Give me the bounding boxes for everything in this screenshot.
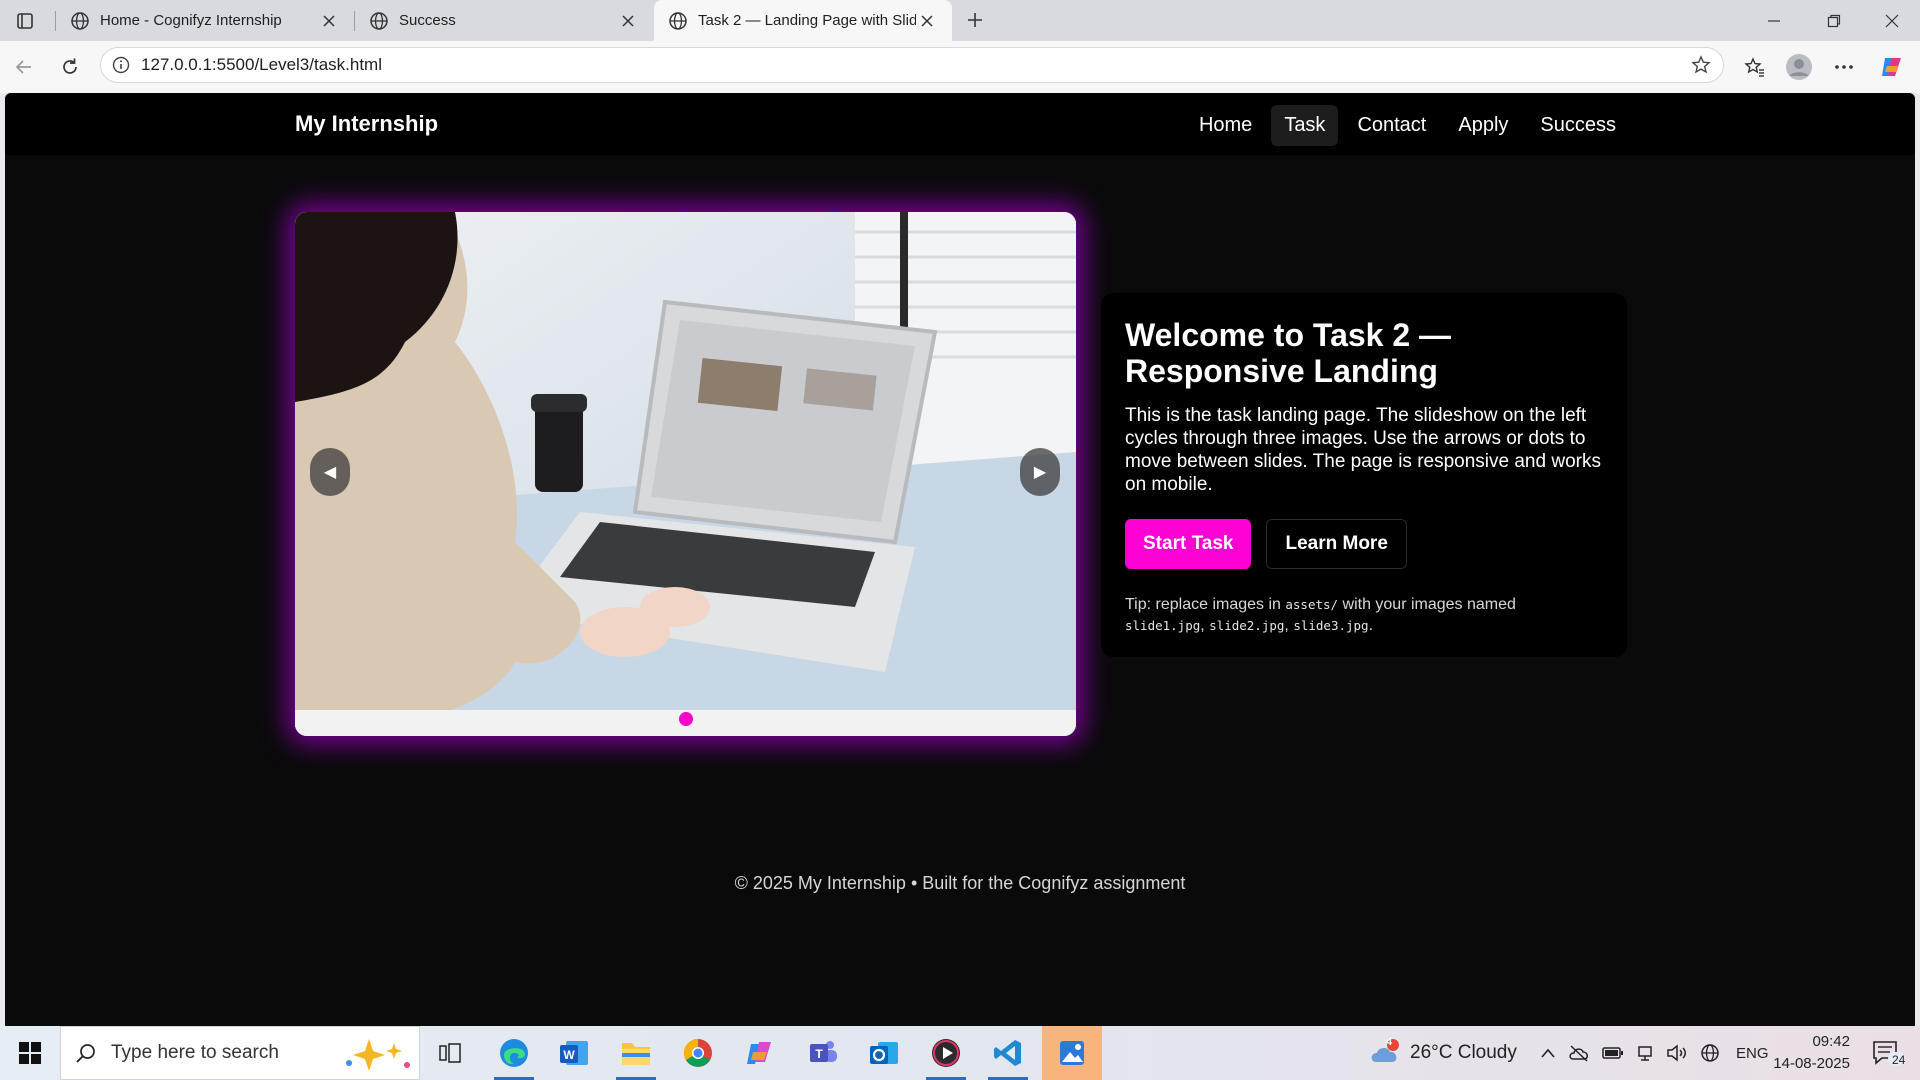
url-text[interactable]: 127.0.0.1:5500/Level3/task.html (141, 55, 1679, 75)
tab-task-active[interactable]: Task 2 — Landing Page with Slide (654, 0, 952, 41)
taskbar-search[interactable]: Type here to search (60, 1026, 420, 1080)
nav-home[interactable]: Home (1186, 105, 1265, 146)
media-player-icon[interactable] (916, 1026, 976, 1080)
tip-text: Tip: replace images in assets/ with your… (1125, 594, 1603, 636)
svg-text:T: T (815, 1047, 823, 1061)
site-brand[interactable]: My Internship (295, 111, 438, 137)
copilot-icon[interactable] (1876, 51, 1908, 83)
battery-icon[interactable] (1602, 1046, 1624, 1060)
edge-icon[interactable] (484, 1026, 544, 1080)
slide-image (295, 212, 1076, 736)
taskbar: Type here to search W T 4 26°C Cloudy EN… (0, 1026, 1920, 1080)
taskbar-clock[interactable]: 09:42 14-08-2025 (1773, 1031, 1850, 1075)
favorites-icon[interactable] (1739, 51, 1771, 83)
cloud-sync-icon[interactable] (1568, 1044, 1590, 1062)
nav-success[interactable]: Success (1527, 105, 1629, 146)
favorite-star-icon[interactable] (1679, 48, 1723, 82)
search-placeholder: Type here to search (111, 1042, 279, 1063)
system-tray: ENG (1540, 1026, 1769, 1080)
svg-text:W: W (563, 1048, 575, 1062)
globe-icon (71, 11, 89, 30)
vscode-icon[interactable] (978, 1026, 1038, 1080)
start-task-button[interactable]: Start Task (1125, 519, 1252, 569)
new-tab-icon[interactable] (960, 5, 990, 35)
site-header: My Internship Home Task Contact Apply Su… (5, 93, 1915, 155)
chrome-icon[interactable] (668, 1026, 728, 1080)
hero-title: Welcome to Task 2 — Responsive Landing (1125, 317, 1452, 389)
tip-file: slide3.jpg (1293, 618, 1369, 633)
tab-success[interactable]: Success (355, 0, 653, 41)
close-icon[interactable] (318, 10, 340, 32)
slider-next-button[interactable]: ▶ (1020, 448, 1060, 496)
teams-icon[interactable]: T (792, 1026, 852, 1080)
nav-apply[interactable]: Apply (1445, 105, 1521, 146)
image-slider: ◀ ▶ (295, 212, 1076, 736)
nav-task[interactable]: Task (1271, 105, 1339, 146)
close-icon[interactable] (617, 10, 639, 32)
globe-icon (669, 11, 687, 30)
info-icon[interactable] (101, 48, 141, 82)
tab-title: Home - Cognifyz Internship (100, 12, 282, 29)
tip-separator: , (1284, 617, 1294, 634)
tip-separator: , (1200, 617, 1210, 634)
tip-folder: assets/ (1285, 597, 1339, 612)
address-bar[interactable]: 127.0.0.1:5500/Level3/task.html (100, 47, 1724, 83)
weather-text: 26°C Cloudy (1410, 1042, 1517, 1063)
windows-start-icon[interactable] (0, 1026, 60, 1080)
main-content: ◀ ▶ Welcome to Task 2 — Responsive Landi… (5, 155, 1915, 1026)
hero-buttons: Start Task Learn More (1125, 519, 1603, 569)
site-footer: © 2025 My Internship • Built for the Cog… (734, 873, 1186, 893)
minimize-icon[interactable] (1746, 0, 1802, 41)
file-explorer-icon[interactable] (606, 1026, 666, 1080)
browser-toolbar: 127.0.0.1:5500/Level3/task.html (0, 41, 1920, 93)
tab-title: Task 2 — Landing Page with Slide (698, 12, 916, 29)
outlook-icon[interactable] (854, 1026, 914, 1080)
chevron-up-icon[interactable] (1540, 1047, 1556, 1059)
tip-file: slide2.jpg (1209, 618, 1285, 633)
tab-strip: Home - Cognifyz Internship Success Task … (0, 0, 1920, 41)
slider-prev-button[interactable]: ◀ (310, 448, 350, 496)
sparkle-icon (346, 1039, 410, 1071)
tip-end: . (1368, 617, 1374, 634)
tab-title: Success (399, 12, 456, 29)
globe-icon (370, 11, 388, 30)
slider-dots (295, 712, 1076, 726)
tab-actions-icon[interactable] (10, 6, 40, 36)
language-indicator[interactable]: ENG (1736, 1045, 1769, 1062)
photos-app-icon[interactable] (1042, 1026, 1102, 1080)
more-options-icon[interactable] (1828, 51, 1860, 83)
reload-icon[interactable] (54, 51, 86, 83)
window-close-icon[interactable] (1864, 0, 1920, 41)
nav-contact[interactable]: Contact (1344, 105, 1439, 146)
tab-home[interactable]: Home - Cognifyz Internship (56, 0, 354, 41)
weather-widget[interactable]: 4 26°C Cloudy (1368, 1026, 1517, 1080)
notification-center-icon[interactable]: 24 (1870, 1038, 1906, 1068)
task-view-icon[interactable] (420, 1026, 480, 1080)
profile-avatar-icon[interactable] (1783, 51, 1815, 83)
weather-badge: 4 (1386, 1036, 1393, 1048)
volume-icon[interactable] (1666, 1044, 1688, 1062)
search-icon (61, 1042, 111, 1064)
hero-card: Welcome to Task 2 — Responsive Landing T… (1101, 293, 1627, 657)
slider-dot-active[interactable] (678, 712, 693, 726)
restore-icon[interactable] (1806, 0, 1862, 41)
page-viewport: My Internship Home Task Contact Apply Su… (5, 93, 1915, 1026)
network-icon[interactable] (1636, 1044, 1654, 1062)
main-nav: Home Task Contact Apply Success (1186, 105, 1629, 146)
close-icon[interactable] (916, 10, 938, 32)
cloud-icon (1371, 1039, 1399, 1062)
clock-time: 09:42 (1812, 1033, 1850, 1050)
copilot-app-icon[interactable] (730, 1026, 790, 1080)
tip-prefix: Tip: replace images in (1125, 596, 1286, 613)
notification-count: 24 (1892, 1053, 1906, 1067)
word-icon[interactable]: W (544, 1026, 604, 1080)
language-globe-icon[interactable] (1700, 1043, 1720, 1063)
hero-description: This is the task landing page. The slide… (1125, 405, 1601, 495)
back-icon[interactable] (8, 51, 40, 83)
learn-more-button[interactable]: Learn More (1266, 519, 1407, 569)
tip-middle: with your images named (1338, 596, 1516, 613)
tip-file: slide1.jpg (1125, 618, 1201, 633)
clock-date: 14-08-2025 (1773, 1055, 1850, 1072)
